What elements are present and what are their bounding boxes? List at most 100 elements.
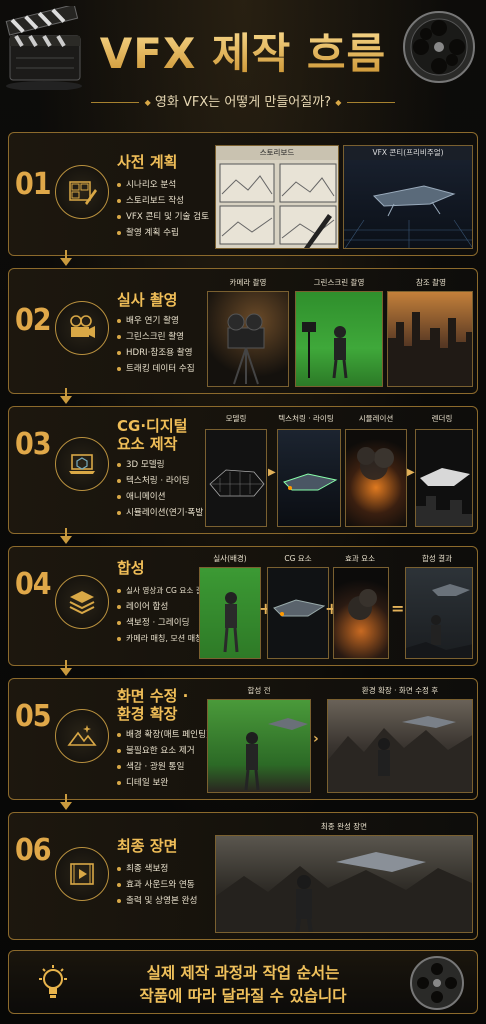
step-number: 05 (15, 699, 52, 734)
camera-shoot-image (207, 291, 289, 387)
bullet-item: 트래킹 데이터 수집 (117, 361, 195, 377)
bullet-item: 최종 색보정 (117, 861, 197, 877)
bullet-item: 레이어 합성 (117, 599, 210, 615)
step-bullets: 배우 연기 촬영 그린스크린 촬영 HDRI·참조용 촬영 트래킹 데이터 수집 (117, 313, 195, 377)
header: VFX 제작 흐름 ◆ 영화 VFX는 어떻게 만들어질까? ◆ (0, 0, 486, 128)
film-camera-icon (55, 301, 109, 355)
step-number: 06 (15, 833, 52, 868)
image-caption: VFX 콘티(프리비주얼) (344, 146, 472, 160)
step-title: 화면 수정 · 환경 확장 (117, 687, 188, 723)
step-number: 01 (15, 167, 52, 202)
previs-image: VFX 콘티(프리비주얼) (343, 145, 473, 249)
fx-element-image (333, 567, 389, 659)
image-caption: 참조 촬영 (416, 278, 446, 287)
step-title-line: 환경 확장 (117, 705, 178, 723)
bullet-item: 배우 연기 촬영 (117, 313, 195, 329)
diamond-icon: ◆ (144, 98, 151, 107)
image-caption: 카메라 촬영 (229, 278, 267, 287)
bullet-item: 색감 · 광원 통일 (117, 759, 209, 775)
step-title-line: CG·디지털 (117, 417, 188, 435)
step-bullets: 시나리오 분석 스토리보드 작성 VFX 콘티 및 기술 검토 촬영 계획 수립 (117, 177, 209, 241)
image-caption: 렌더링 (431, 414, 453, 423)
step-number: 03 (15, 427, 52, 462)
storyboard-image: 스토리보드 (215, 145, 339, 249)
film-reel-icon (410, 956, 464, 1010)
bullet-item: 시뮬레이션(연기·폭발 등) (117, 505, 217, 521)
bullet-item: 효과 사운드와 연동 (117, 877, 197, 893)
bullet-item: 불필요한 요소 제거 (117, 743, 209, 759)
bullet-item: 디테일 보완 (117, 775, 209, 791)
live-action-plate-image (199, 567, 261, 659)
mountains-sparkle-icon (55, 709, 109, 763)
divider (347, 102, 396, 103)
bullet-item: 배경 확장(매트 페인팅) (117, 727, 209, 743)
step-title-line: 요소 제작 (117, 435, 178, 453)
film-play-icon (55, 847, 109, 901)
rendering-image (415, 429, 473, 527)
bullet-item: 그린스크린 촬영 (117, 329, 195, 345)
page-title: VFX 제작 흐름 (0, 20, 486, 81)
bullet-item: 3D 모델링 (117, 457, 217, 473)
bullet-item: 촬영 계획 수립 (117, 225, 209, 241)
image-caption: 최종 완성 장면 (320, 822, 368, 831)
reference-shoot-image (387, 291, 473, 387)
step-03-cg-elements: 03 CG·디지털 요소 제작 3D 모델링 텍스처링 · 라이팅 애니메이션 … (8, 406, 478, 534)
subtitle-text: 영화 VFX는 어떻게 만들어질까? (154, 95, 332, 110)
composite-result-image (405, 567, 473, 659)
step-title-line: 화면 수정 · (117, 687, 189, 705)
bullet-item: HDRI·참조용 촬영 (117, 345, 195, 361)
simulation-image (345, 429, 407, 527)
bullet-item: 애니메이션 (117, 489, 217, 505)
step-bullets: 배경 확장(매트 페인팅) 불필요한 요소 제거 색감 · 광원 통일 디테일 … (117, 727, 209, 791)
before-composite-image (207, 699, 311, 793)
step-04-compositing: 04 합성 실사 영상과 CG 요소 결합 레이어 합성 색보정 · 그레이딩 … (8, 546, 478, 666)
flow-arrow-down (60, 528, 72, 544)
step-06-final-scene: 06 최종 장면 최종 색보정 효과 사운드와 연동 출력 및 상영본 완성 최… (8, 812, 478, 940)
step-title: 합성 (117, 559, 145, 577)
image-caption: 스토리보드 (216, 146, 338, 160)
image-caption: 합성 결과 (422, 554, 452, 563)
diamond-icon: ◆ (335, 98, 342, 107)
cg-element-image (267, 567, 329, 659)
flow-arrow-right-icon: › (313, 731, 319, 747)
footer-line-2: 작품에 따라 달라질 수 있습니다 (139, 987, 347, 1005)
equals-operator: = (391, 599, 405, 618)
footer-note: 실제 제작 과정과 작업 순서는 작품에 따라 달라질 수 있습니다 (8, 950, 478, 1014)
flow-arrow-down (60, 794, 72, 810)
step-bullets: 3D 모델링 텍스처링 · 라이팅 애니메이션 시뮬레이션(연기·폭발 등) (117, 457, 217, 521)
step-01-planning: 01 사전 계획 시나리오 분석 스토리보드 작성 VFX 콘티 및 기술 검토… (8, 132, 478, 256)
image-caption: 텍스처링 · 라이팅 (278, 414, 334, 423)
image-caption: 효과 요소 (345, 554, 375, 563)
storyboard-pencil-icon (55, 165, 109, 219)
flow-arrow-down (60, 660, 72, 676)
flow-arrow-down (60, 388, 72, 404)
modeling-image (205, 429, 267, 527)
image-caption: 그린스크린 촬영 (313, 278, 365, 287)
flow-arrow-right-icon: ▶ (268, 467, 276, 478)
flow-arrow-down (60, 250, 72, 266)
step-number: 02 (15, 303, 52, 338)
image-caption: 환경 확장 · 화면 수정 후 (361, 686, 439, 695)
after-extension-image (327, 699, 473, 793)
image-caption: 시뮬레이션 (358, 414, 394, 423)
step-02-filming: 02 실사 촬영 배우 연기 촬영 그린스크린 촬영 HDRI·참조용 촬영 트… (8, 268, 478, 394)
step-05-cleanup-extension: 05 화면 수정 · 환경 확장 배경 확장(매트 페인팅) 불필요한 요소 제… (8, 678, 478, 800)
bullet-item: 색보정 · 그레이딩 (117, 615, 210, 631)
step-title: 실사 촬영 (117, 291, 178, 309)
page-subtitle: ◆ 영화 VFX는 어떻게 만들어질까? ◆ (0, 91, 486, 110)
bullet-item: 시나리오 분석 (117, 177, 209, 193)
divider (90, 102, 139, 103)
step-title: 최종 장면 (117, 837, 178, 855)
step-bullets: 최종 색보정 효과 사운드와 연동 출력 및 상영본 완성 (117, 861, 197, 909)
bullet-item: VFX 콘티 및 기술 검토 (117, 209, 209, 225)
greenscreen-image (295, 291, 383, 387)
step-title: 사전 계획 (117, 153, 178, 171)
footer-line-1: 실제 제작 과정과 작업 순서는 (146, 964, 340, 982)
final-scene-image (215, 835, 473, 933)
flow-arrow-right-icon: ▶ (407, 467, 415, 478)
image-caption: CG 요소 (284, 554, 312, 563)
laptop-3d-cube-icon (55, 437, 109, 491)
bullet-item: 카메라 매칭, 모션 매칭 (117, 631, 210, 647)
image-caption: 모델링 (225, 414, 247, 423)
bullet-item: 스토리보드 작성 (117, 193, 209, 209)
